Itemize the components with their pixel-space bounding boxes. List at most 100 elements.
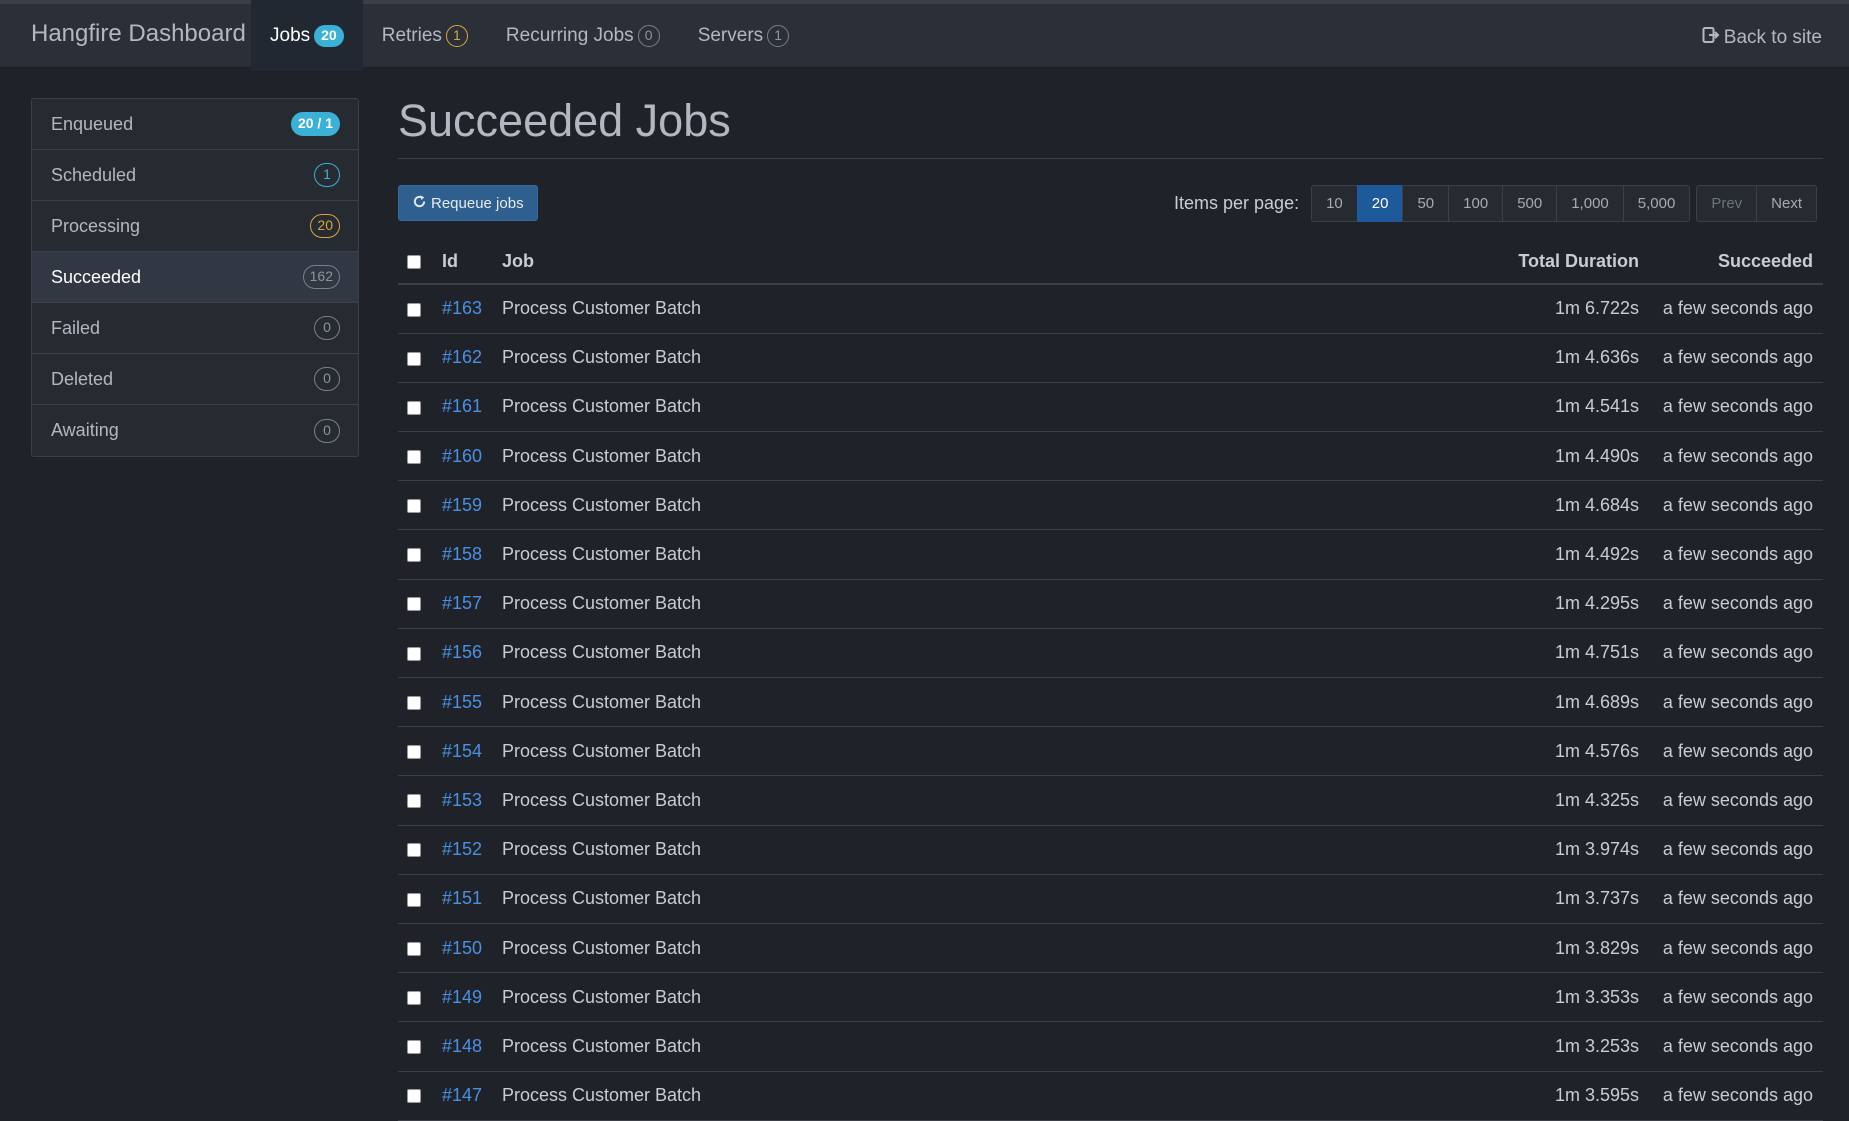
job-id-link[interactable]: #148 bbox=[442, 1036, 482, 1056]
page-size-option[interactable]: 500 bbox=[1502, 185, 1558, 222]
page-size-option[interactable]: 100 bbox=[1448, 185, 1504, 222]
job-id-cell: #159 bbox=[434, 480, 494, 531]
table-row: #151 Process Customer Batch 1m 3.737s a … bbox=[398, 874, 1823, 924]
job-id-link[interactable]: #162 bbox=[442, 347, 482, 367]
row-checkbox[interactable] bbox=[407, 941, 421, 956]
job-id-cell: #155 bbox=[434, 677, 494, 728]
job-id-link[interactable]: #163 bbox=[442, 298, 482, 318]
sign-out-icon bbox=[1702, 26, 1720, 50]
total-duration-cell: 1m 3.974s bbox=[1447, 825, 1647, 875]
job-id-link[interactable]: #152 bbox=[442, 839, 482, 859]
total-duration-cell: 1m 4.576s bbox=[1447, 726, 1647, 777]
job-name-cell: Process Customer Batch bbox=[494, 825, 1447, 875]
next-page-button[interactable]: Next bbox=[1756, 185, 1817, 222]
job-id-cell: #154 bbox=[434, 726, 494, 777]
job-id-link[interactable]: #155 bbox=[442, 692, 482, 712]
job-id-link[interactable]: #158 bbox=[442, 544, 482, 564]
job-id-link[interactable]: #157 bbox=[442, 593, 482, 613]
succeeded-time-cell: a few seconds ago bbox=[1647, 1071, 1823, 1121]
job-id-link[interactable]: #150 bbox=[442, 938, 482, 958]
row-checkbox[interactable] bbox=[407, 892, 421, 907]
page-size-option[interactable]: 1,000 bbox=[1556, 185, 1624, 222]
back-to-site-link[interactable]: Back to site bbox=[1702, 26, 1822, 50]
row-checkbox[interactable] bbox=[407, 843, 421, 858]
row-checkbox[interactable] bbox=[407, 1040, 421, 1055]
processing-count-badge: 20 bbox=[310, 214, 340, 238]
job-id-link[interactable]: #160 bbox=[442, 446, 482, 466]
sidebar-item-label: Failed bbox=[51, 317, 101, 338]
sidebar-item-label: Awaiting bbox=[51, 420, 119, 440]
jobs-table: Id Job Total Duration Succeeded #163 Pro… bbox=[398, 240, 1823, 1121]
sidebar-item-failed[interactable]: Failed 0 bbox=[32, 303, 358, 354]
sidebar-item-processing[interactable]: Processing 20 bbox=[32, 201, 358, 252]
table-row: #160 Process Customer Batch 1m 4.490s a … bbox=[398, 431, 1823, 482]
nav-item-retries[interactable]: Retries 1 bbox=[363, 0, 487, 71]
requeue-jobs-button[interactable]: Requeue jobs bbox=[398, 185, 538, 221]
page-size-option[interactable]: 5,000 bbox=[1622, 185, 1691, 222]
job-id-link[interactable]: #149 bbox=[442, 987, 482, 1007]
row-checkbox[interactable] bbox=[407, 351, 421, 366]
sidebar-item-deleted[interactable]: Deleted 0 bbox=[32, 354, 358, 405]
row-checkbox[interactable] bbox=[407, 695, 421, 710]
job-id-link[interactable]: #151 bbox=[442, 888, 482, 908]
job-id-cell: #160 bbox=[434, 431, 494, 482]
row-checkbox[interactable] bbox=[407, 745, 421, 760]
total-duration-cell: 1m 4.490s bbox=[1447, 431, 1647, 482]
job-id-link[interactable]: #159 bbox=[442, 495, 482, 515]
sidebar-item-scheduled[interactable]: Scheduled 1 bbox=[32, 150, 358, 201]
total-duration-cell: 1m 3.829s bbox=[1447, 923, 1647, 974]
nav-item-recurring-jobs[interactable]: Recurring Jobs 0 bbox=[487, 0, 679, 71]
job-name-cell: Process Customer Batch bbox=[494, 333, 1447, 383]
row-select-cell bbox=[398, 825, 434, 875]
job-name-cell: Process Customer Batch bbox=[494, 677, 1447, 728]
table-row: #156 Process Customer Batch 1m 4.751s a … bbox=[398, 628, 1823, 679]
sidebar-item-enqueued[interactable]: Enqueued 20 / 1 bbox=[32, 99, 358, 150]
brand-title[interactable]: Hangfire Dashboard bbox=[31, 20, 246, 48]
select-all-cell bbox=[398, 240, 434, 285]
row-select-cell bbox=[398, 677, 434, 728]
row-checkbox[interactable] bbox=[407, 449, 421, 464]
total-duration-cell: 1m 3.737s bbox=[1447, 874, 1647, 924]
page-size-option[interactable]: 50 bbox=[1402, 185, 1450, 222]
succeeded-time-cell: a few seconds ago bbox=[1647, 923, 1823, 974]
job-id-cell: #152 bbox=[434, 825, 494, 875]
job-name-cell: Process Customer Batch bbox=[494, 874, 1447, 924]
succeeded-time-cell: a few seconds ago bbox=[1647, 874, 1823, 924]
recurring-count-badge: 0 bbox=[637, 24, 660, 47]
servers-count-badge: 1 bbox=[767, 24, 790, 47]
row-checkbox[interactable] bbox=[407, 499, 421, 514]
job-name-cell: Process Customer Batch bbox=[494, 1021, 1447, 1072]
job-name-cell: Process Customer Batch bbox=[494, 480, 1447, 531]
items-per-page-label: Items per page: bbox=[1174, 193, 1300, 213]
job-id-link[interactable]: #154 bbox=[442, 741, 482, 761]
row-checkbox[interactable] bbox=[407, 548, 421, 563]
page-size-option-active[interactable]: 20 bbox=[1356, 185, 1404, 222]
sidebar-item-awaiting[interactable]: Awaiting 0 bbox=[32, 405, 358, 456]
row-checkbox[interactable] bbox=[407, 990, 421, 1005]
row-checkbox[interactable] bbox=[407, 302, 421, 317]
nav-item-servers[interactable]: Servers 1 bbox=[679, 0, 808, 71]
requeue-jobs-label: Requeue jobs bbox=[431, 194, 524, 212]
row-checkbox[interactable] bbox=[407, 400, 421, 415]
job-name-cell: Process Customer Batch bbox=[494, 431, 1447, 482]
job-id-link[interactable]: #156 bbox=[442, 642, 482, 662]
column-header-id: Id bbox=[434, 240, 494, 285]
job-id-link[interactable]: #161 bbox=[442, 396, 482, 416]
column-header-job: Job bbox=[494, 240, 1447, 285]
job-id-link[interactable]: #147 bbox=[442, 1085, 482, 1105]
row-checkbox[interactable] bbox=[407, 1089, 421, 1104]
row-checkbox[interactable] bbox=[407, 794, 421, 809]
row-checkbox[interactable] bbox=[407, 646, 421, 661]
total-duration-cell: 1m 4.636s bbox=[1447, 333, 1647, 383]
row-checkbox[interactable] bbox=[407, 597, 421, 612]
page-size-option[interactable]: 10 bbox=[1311, 185, 1358, 222]
nav-item-jobs[interactable]: Jobs 20 bbox=[251, 0, 363, 71]
job-id-cell: #162 bbox=[434, 333, 494, 383]
jobs-count-badge: 20 bbox=[314, 24, 344, 47]
sidebar-item-succeeded[interactable]: Succeeded 162 bbox=[32, 252, 358, 303]
prev-page-button[interactable]: Prev bbox=[1696, 185, 1758, 222]
job-id-link[interactable]: #153 bbox=[442, 790, 482, 810]
enqueued-count-badge: 20 / 1 bbox=[290, 112, 340, 136]
table-row: #158 Process Customer Batch 1m 4.492s a … bbox=[398, 529, 1823, 580]
select-all-checkbox[interactable] bbox=[407, 255, 421, 270]
